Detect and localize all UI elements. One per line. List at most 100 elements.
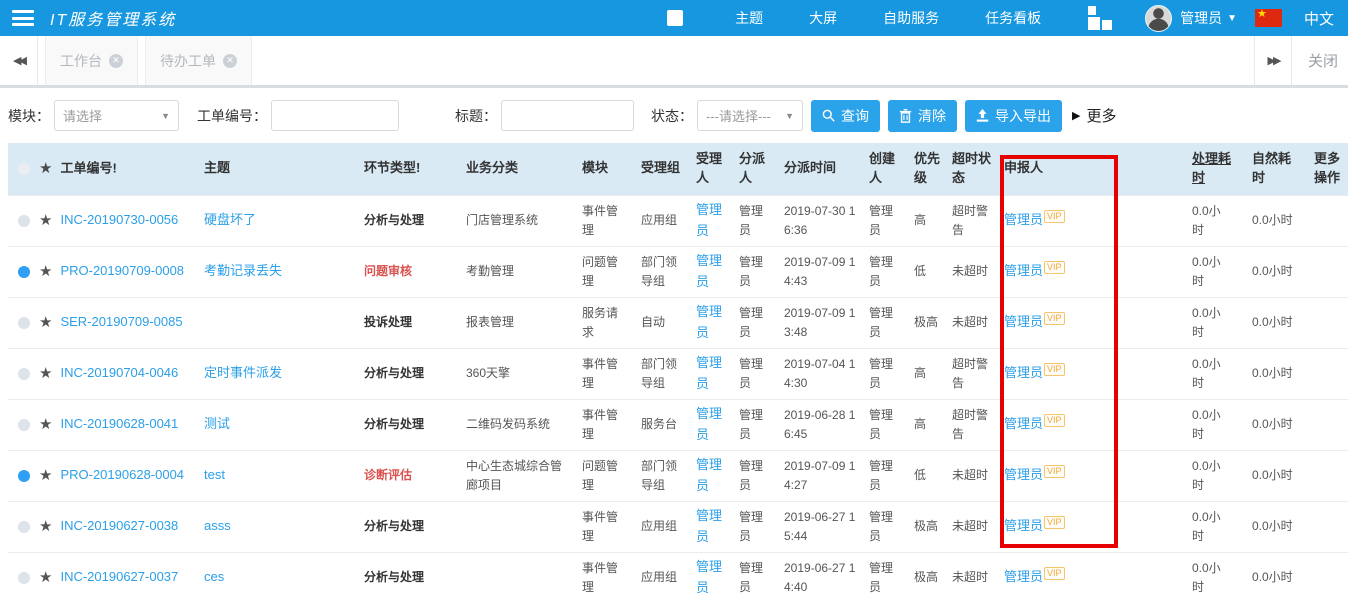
order-no-link[interactable]: INC-20190627-0038 [60, 518, 178, 533]
subject-link[interactable]: asss [204, 518, 231, 533]
subject-link[interactable]: 硬盘坏了 [204, 212, 256, 227]
subject-link[interactable]: ces [204, 569, 224, 584]
table-row: ★INC-20190627-0038asss分析与处理事件管理应用组管理员管理员… [8, 501, 1348, 552]
star-icon[interactable]: ★ [39, 263, 52, 280]
more-ops-cell[interactable] [1310, 399, 1348, 450]
more-ops-cell[interactable] [1310, 450, 1348, 501]
clear-button[interactable]: 清除 [888, 100, 957, 132]
chevron-down-icon[interactable]: ▼ [1227, 13, 1237, 24]
process-hours-cell: 0.0小时 [1188, 195, 1248, 246]
tab-workbench[interactable]: 工作台 ✕ [45, 36, 138, 85]
more-ops-cell[interactable] [1310, 348, 1348, 399]
window-icon[interactable] [667, 10, 683, 26]
order-no-link[interactable]: PRO-20190709-0008 [60, 263, 184, 278]
subject-link[interactable]: 测试 [204, 416, 230, 431]
order-no-link[interactable]: PRO-20190628-0004 [60, 467, 184, 482]
header-natural-hours[interactable]: 自然耗时 [1248, 143, 1310, 195]
subject-link[interactable]: test [204, 467, 225, 482]
header-module[interactable]: 模块 [578, 143, 637, 195]
star-icon[interactable]: ★ [39, 416, 52, 433]
nav-theme[interactable]: 主题 [735, 8, 763, 28]
module-select[interactable]: 请选择 ▼ [54, 100, 179, 131]
search-button[interactable]: 查询 [811, 100, 880, 132]
header-accept-group[interactable]: 受理组 [637, 143, 692, 195]
natural-hours-cell: 0.0小时 [1248, 552, 1310, 597]
star-icon[interactable]: ★ [39, 569, 52, 586]
accept-person-link[interactable]: 管理员 [696, 304, 722, 339]
accept-person-link[interactable]: 管理员 [696, 253, 722, 288]
star-icon[interactable]: ★ [39, 314, 52, 331]
order-no-cell: ★ PRO-20190628-0004 [8, 450, 200, 501]
more-ops-cell[interactable] [1310, 501, 1348, 552]
import-export-button[interactable]: 导入导出 [965, 100, 1062, 132]
accept-person-link[interactable]: 管理员 [696, 406, 722, 441]
reporter-link[interactable]: 管理员 [1004, 365, 1043, 380]
nav-selfservice[interactable]: 自助服务 [883, 8, 939, 28]
tab-pending-orders[interactable]: 待办工单 ✕ [145, 36, 252, 85]
user-name[interactable]: 管理员 [1180, 8, 1222, 28]
menu-icon[interactable] [12, 10, 34, 26]
reporter-cell: 管理员VIP [1000, 297, 1188, 348]
header-reporter[interactable]: 申报人 [1000, 143, 1188, 195]
reporter-link[interactable]: 管理员 [1004, 263, 1043, 278]
more-ops-cell[interactable] [1310, 552, 1348, 597]
subject-link[interactable]: 考勤记录丢失 [204, 263, 282, 278]
more-ops-cell[interactable] [1310, 195, 1348, 246]
header-creator[interactable]: 创建人 [865, 143, 910, 195]
more-ops-cell[interactable] [1310, 246, 1348, 297]
tabs-scroll-right-button[interactable]: ▶▶ [1254, 36, 1292, 85]
apps-grid-icon[interactable] [1087, 5, 1113, 31]
more-ops-cell[interactable] [1310, 297, 1348, 348]
reporter-link[interactable]: 管理员 [1004, 518, 1043, 533]
star-icon[interactable]: ★ [39, 212, 52, 229]
title-input[interactable] [501, 100, 634, 131]
reporter-link[interactable]: 管理员 [1004, 416, 1043, 431]
creator-cell: 管理员 [865, 399, 910, 450]
reporter-cell: 管理员VIP [1000, 399, 1188, 450]
order-no-link[interactable]: INC-20190704-0046 [60, 365, 178, 380]
accept-person-link[interactable]: 管理员 [696, 508, 722, 543]
accept-person-link[interactable]: 管理员 [696, 202, 722, 237]
nav-bigscreen[interactable]: 大屏 [809, 8, 837, 28]
accept-person-link[interactable]: 管理员 [696, 559, 722, 594]
close-tabs-button[interactable]: 关闭 [1292, 36, 1348, 85]
nav-taskboard[interactable]: 任务看板 [985, 8, 1041, 28]
reporter-link[interactable]: 管理员 [1004, 314, 1043, 329]
header-priority[interactable]: 优先级 [910, 143, 948, 195]
close-icon[interactable]: ✕ [109, 54, 123, 68]
header-timeout-status[interactable]: 超时状态 [948, 143, 1000, 195]
subject-link[interactable]: 定时事件派发 [204, 365, 282, 380]
status-select[interactable]: ---请选择--- ▼ [697, 100, 803, 131]
accept-person-link[interactable]: 管理员 [696, 355, 722, 390]
reporter-link[interactable]: 管理员 [1004, 569, 1043, 584]
header-more-ops[interactable]: 更多操作 [1310, 143, 1348, 195]
tabs-scroll-left-button[interactable]: ◀◀ [0, 36, 38, 85]
step-type-cell: 分析与处理 [360, 399, 462, 450]
header-accept-person[interactable]: 受理人 [692, 143, 735, 195]
header-subject[interactable]: 主题 [200, 143, 360, 195]
order-no-link[interactable]: INC-20190628-0041 [60, 416, 178, 431]
star-icon[interactable]: ★ [39, 467, 52, 484]
header-dispatch-time[interactable]: 分派时间 [780, 143, 865, 195]
reporter-link[interactable]: 管理员 [1004, 467, 1043, 482]
header-process-hours[interactable]: 处理耗时 [1188, 143, 1248, 195]
close-icon[interactable]: ✕ [223, 54, 237, 68]
reporter-link[interactable]: 管理员 [1004, 212, 1043, 227]
order-no-link[interactable]: SER-20190709-0085 [60, 314, 182, 329]
avatar[interactable] [1145, 5, 1172, 32]
order-no-link[interactable]: INC-20190730-0056 [60, 212, 178, 227]
header-dispatch-person[interactable]: 分派人 [735, 143, 780, 195]
header-order-no[interactable]: ★工单编号! [8, 143, 200, 195]
star-icon[interactable]: ★ [39, 518, 52, 535]
dispatch-person-cell: 管理员 [735, 450, 780, 501]
header-biz-category[interactable]: 业务分类 [462, 143, 578, 195]
accept-person-link[interactable]: 管理员 [696, 457, 722, 492]
reporter-cell: 管理员VIP [1000, 501, 1188, 552]
more-button[interactable]: ▶ 更多 [1072, 105, 1116, 126]
header-step-type[interactable]: 环节类型! [360, 143, 462, 195]
order-no-input[interactable] [271, 100, 399, 131]
order-no-link[interactable]: INC-20190627-0037 [60, 569, 178, 584]
module-label: 模块： [8, 106, 50, 126]
star-icon[interactable]: ★ [39, 365, 52, 382]
lang-switch[interactable]: 中文 [1304, 8, 1334, 29]
